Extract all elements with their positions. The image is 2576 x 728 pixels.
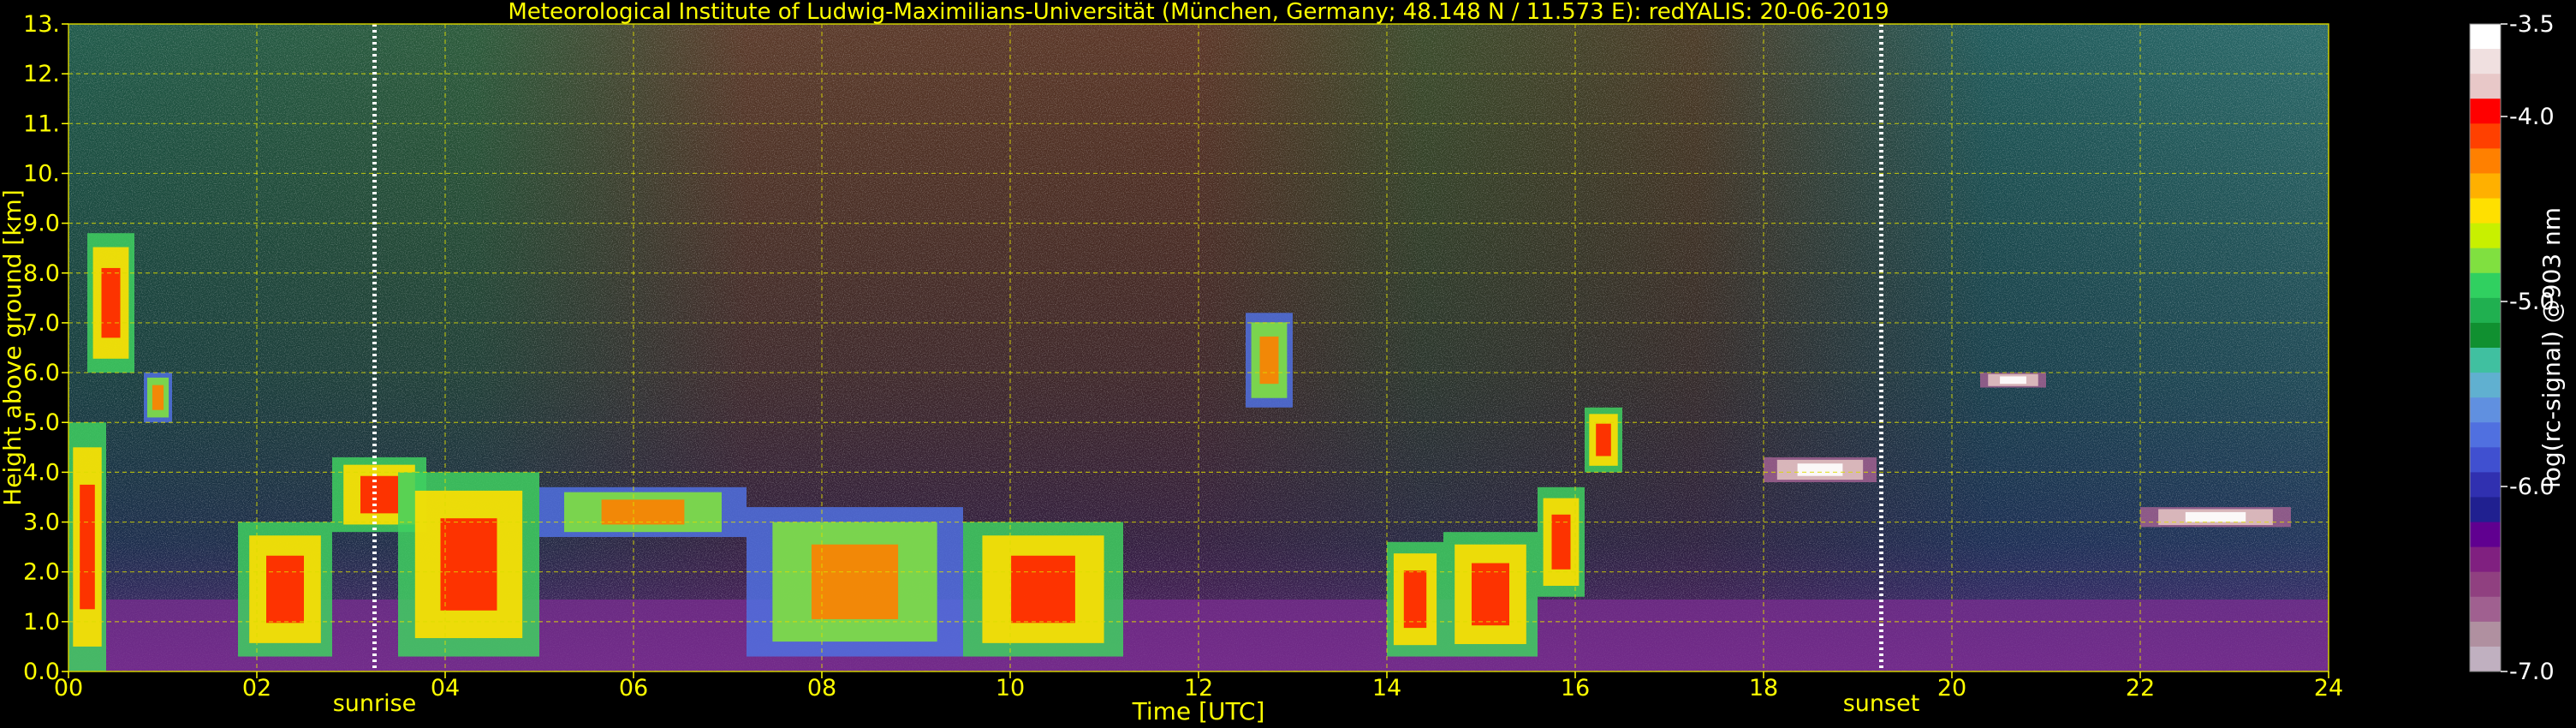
colorbar-swatch: [2470, 74, 2501, 99]
y-tick-label: 6.0: [23, 360, 60, 386]
cloud-layer-core: [1403, 570, 1427, 629]
x-tick-label: 14: [1372, 675, 1401, 701]
x-tick-label: 24: [2314, 675, 2343, 701]
y-tick-label: 1.0: [23, 609, 60, 636]
colorbar-swatch: [2470, 596, 2501, 623]
cloud-layer-core: [266, 555, 304, 624]
cloud-layer-core: [811, 544, 899, 619]
colorbar-swatch: [2470, 646, 2501, 672]
y-tick-label: 8.0: [23, 260, 60, 287]
y-tick-label: 0.0: [23, 659, 60, 685]
cloud-layer-core: [1596, 423, 1611, 456]
event-label-sunrise: sunrise: [333, 690, 417, 717]
colorbar-swatch: [2470, 348, 2501, 373]
cloud-layer-core: [1551, 514, 1571, 570]
colorbar-swatch: [2470, 297, 2501, 324]
colorbar-swatch: [2470, 397, 2501, 423]
colorbar-swatch: [2470, 223, 2501, 249]
event-labels: sunrise sunset: [333, 690, 1920, 717]
colorbar-swatch: [2470, 571, 2501, 598]
colorbar-tick-label: -7.0: [2509, 659, 2555, 685]
colorbar-swatch: [2470, 522, 2501, 548]
colorbar-swatch: [2470, 447, 2501, 473]
x-tick-label: 04: [431, 675, 460, 701]
colorbar-swatch: [2470, 621, 2501, 647]
y-tick-label: 7.0: [23, 310, 60, 337]
y-axis-ticks: 0.0 1.0 2.0 3.0 4.0 5.0 6.0 7.0 8.0 9.0 10. 11. 12. 1…: [23, 11, 68, 685]
x-tick-label: 06: [619, 675, 648, 701]
x-tick-label: 02: [242, 675, 271, 701]
y-tick-label: 5.0: [23, 409, 60, 436]
colorbar-swatch: [2470, 49, 2501, 75]
colorbar-swatch: [2470, 422, 2501, 448]
y-tick-label: 13.: [23, 11, 60, 38]
cloud-layer-core: [80, 484, 95, 610]
y-axis-label: Height above ground [km]: [0, 189, 27, 506]
x-tick-label: 22: [2126, 675, 2155, 701]
colorbar-swatch: [2470, 123, 2501, 149]
y-tick-label: 9.0: [23, 211, 60, 237]
cloud-layer-core: [1472, 563, 1509, 626]
colorbar-swatch: [2470, 173, 2501, 200]
colorbar-swatch: [2470, 198, 2501, 224]
y-tick-label: 11.: [23, 110, 60, 137]
colorbar-swatch: [2470, 98, 2501, 124]
colorbar-swatch: [2470, 322, 2501, 349]
cloud-layer-core: [101, 267, 121, 338]
colorbar-swatch: [2470, 472, 2501, 498]
x-tick-label: 20: [1937, 675, 1966, 701]
colorbar-swatch: [2470, 24, 2501, 50]
colorbar-tick-label: -4.0: [2509, 104, 2555, 130]
cloud-layer-core: [360, 475, 398, 514]
colorbar-swatch: [2470, 373, 2501, 398]
y-tick-label: 3.0: [23, 510, 60, 536]
x-tick-label: 16: [1561, 675, 1590, 701]
y-tick-label: 2.0: [23, 559, 60, 586]
cloud-layer-core: [2185, 511, 2246, 522]
colorbar-swatch: [2470, 148, 2501, 174]
cloud-layer-core: [1011, 555, 1075, 624]
chart-title: Meteorological Institute of Ludwig-Maxim…: [508, 0, 1889, 25]
colorbar-swatch: [2470, 272, 2501, 299]
colorbar-swatch: [2470, 546, 2501, 573]
lidar-chart: Meteorological Institute of Ludwig-Maxim…: [0, 0, 2566, 725]
cloud-layer-core: [440, 518, 497, 611]
x-tick-label: 18: [1749, 675, 1778, 701]
cloud-layer-core: [1259, 336, 1279, 385]
y-tick-label: 10.: [23, 160, 60, 187]
y-tick-label: 4.0: [23, 459, 60, 486]
cloud-layer-core: [2000, 376, 2026, 385]
colorbar-swatch: [2470, 497, 2501, 523]
event-label-sunset: sunset: [1843, 690, 1920, 717]
x-tick-label: 10: [996, 675, 1025, 701]
cloud-layer-core: [1797, 463, 1843, 476]
colorbar-label: log(rc-signal) @903 nm: [2537, 207, 2566, 488]
plot-area: [68, 24, 2329, 671]
x-axis-label: Time [UTC]: [1132, 697, 1265, 725]
y-tick-label: 12.: [23, 61, 60, 87]
cloud-layer-core: [601, 499, 685, 525]
colorbar-swatch: [2470, 248, 2501, 274]
x-tick-label: 08: [807, 675, 836, 701]
colorbar-tick-label: -3.5: [2509, 11, 2555, 38]
cloud-layer-core: [152, 385, 164, 410]
